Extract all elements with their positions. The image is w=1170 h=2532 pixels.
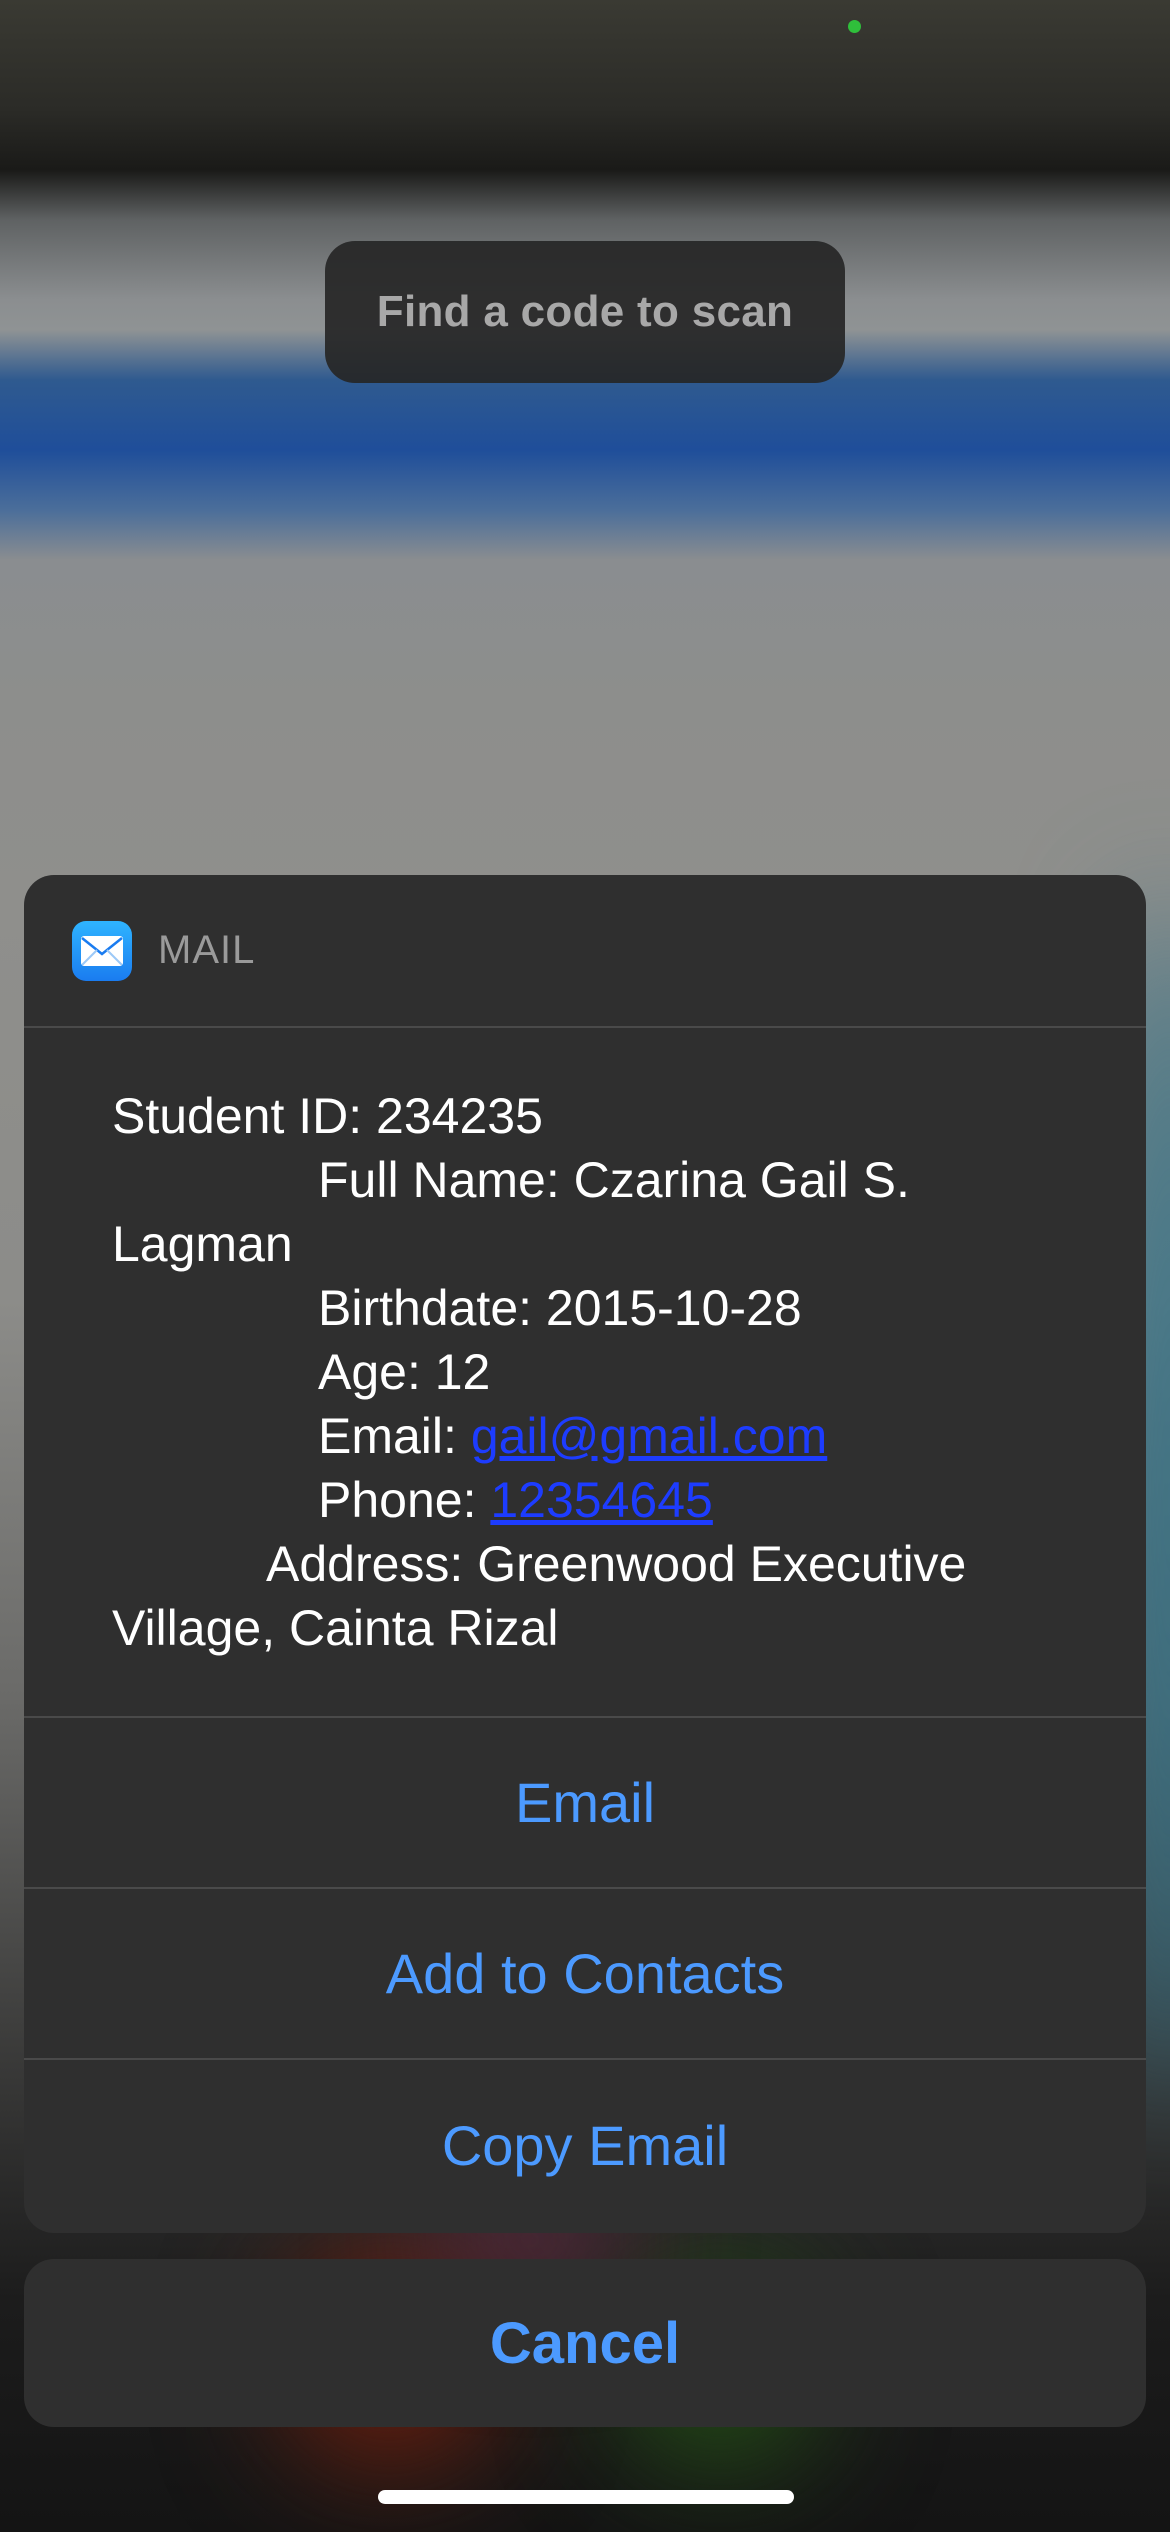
birthdate-line: Birthdate: 2015-10-28 bbox=[318, 1280, 802, 1336]
home-indicator[interactable] bbox=[378, 2490, 794, 2504]
phone-line-label: Phone: bbox=[318, 1472, 491, 1528]
age-line: Age: 12 bbox=[318, 1344, 491, 1400]
camera-in-use-indicator bbox=[848, 20, 861, 33]
email-line-label: Email: bbox=[318, 1408, 471, 1464]
full-name-continued-line: Lagman bbox=[112, 1216, 293, 1272]
copy-email-button[interactable]: Copy Email bbox=[24, 2060, 1146, 2231]
add-to-contacts-button[interactable]: Add to Contacts bbox=[24, 1889, 1146, 2060]
address-continued-line: Village, Cainta Rizal bbox=[112, 1600, 559, 1656]
qr-contact-content: Student ID: 234235 Full Name: Czarina Ga… bbox=[24, 1028, 1146, 1718]
full-name-line: Full Name: Czarina Gail S. bbox=[318, 1152, 910, 1208]
qr-action-sheet: MAIL Student ID: 234235 Full Name: Czari… bbox=[24, 875, 1146, 2233]
scan-hint-pill: Find a code to scan bbox=[325, 241, 845, 383]
phone-line: Phone: 12354645 bbox=[318, 1468, 713, 1532]
email-action-button[interactable]: Email bbox=[24, 1718, 1146, 1889]
mail-envelope-icon bbox=[72, 920, 132, 981]
address-line: Address: Greenwood Executive bbox=[266, 1536, 967, 1592]
app-name-label: MAIL bbox=[158, 928, 256, 972]
email-line: Email: gail@gmail.com bbox=[318, 1404, 827, 1468]
sheet-header: MAIL bbox=[24, 875, 1146, 1028]
student-id-line: Student ID: 234235 bbox=[112, 1088, 543, 1144]
email-link[interactable]: gail@gmail.com bbox=[471, 1408, 827, 1464]
scan-hint-text: Find a code to scan bbox=[376, 287, 794, 336]
cancel-button[interactable]: Cancel bbox=[24, 2259, 1146, 2427]
phone-link[interactable]: 12354645 bbox=[490, 1472, 712, 1528]
